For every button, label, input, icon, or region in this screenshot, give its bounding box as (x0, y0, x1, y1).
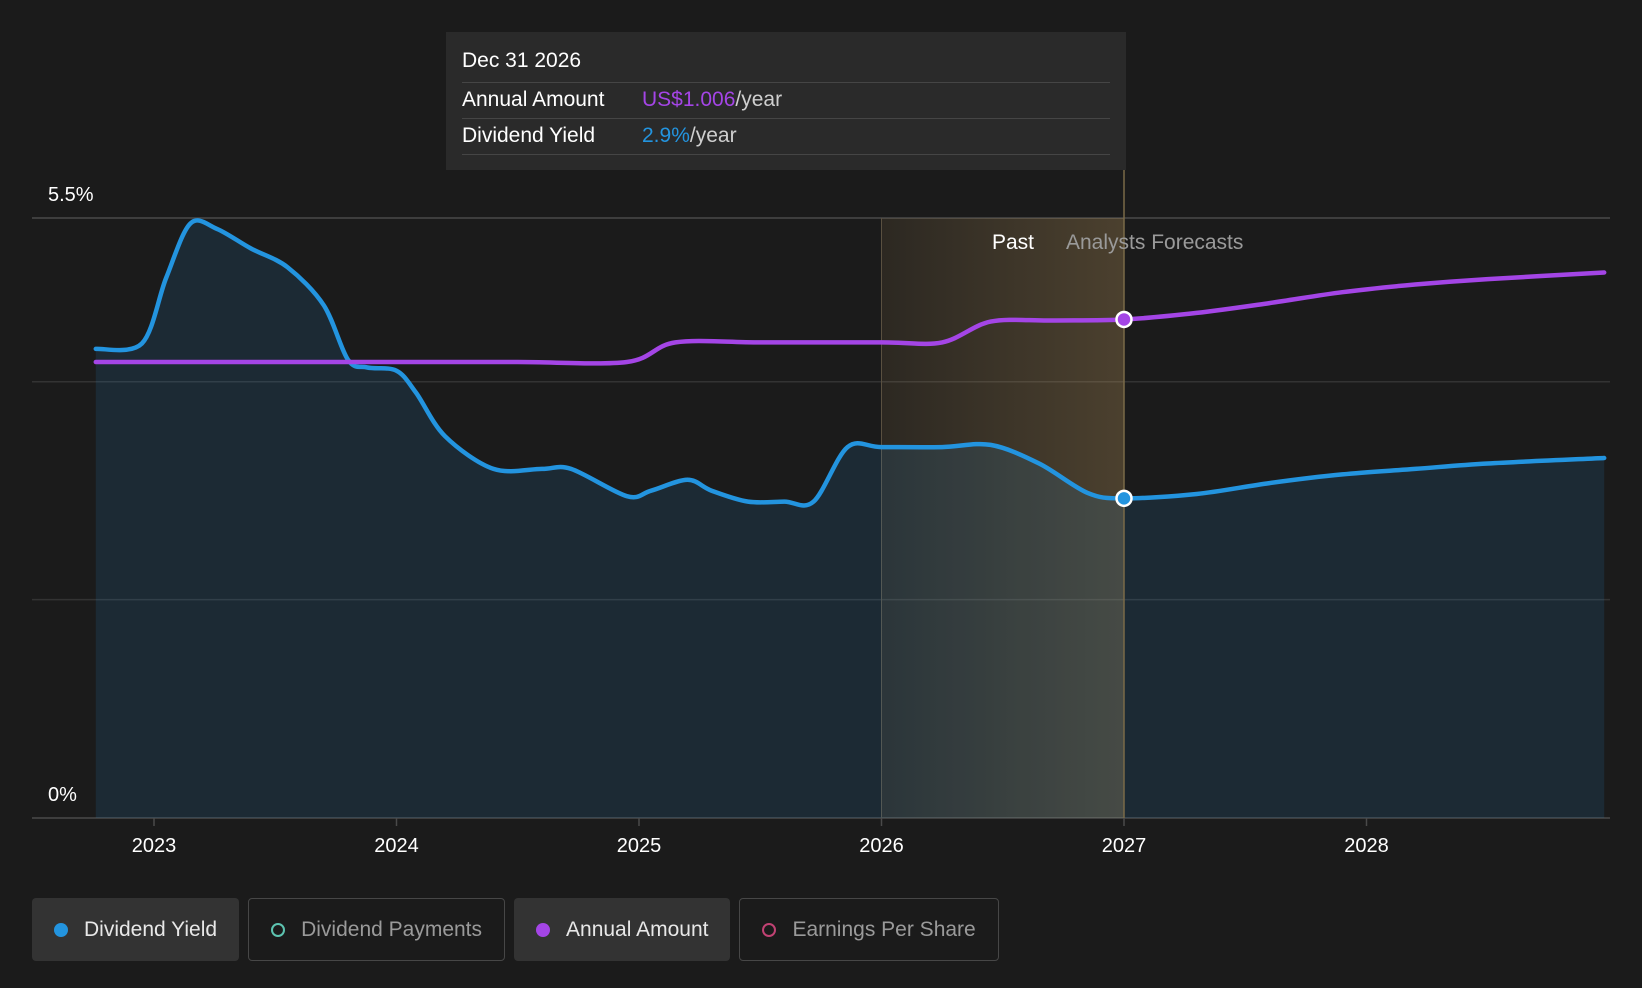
earnings-per-share-dot-icon (762, 922, 777, 937)
legend-label: Dividend Yield (84, 917, 218, 941)
tooltip-annual-amount-value: US$1.006 (642, 88, 736, 111)
series-areas (95, 220, 1605, 818)
annual-amount-marker (1115, 310, 1133, 329)
x-tick-label: 2027 (1102, 835, 1147, 857)
legend-label: Dividend Payments (301, 917, 483, 941)
dividend-yield-area (95, 220, 1605, 818)
annual-amount-dot-icon (536, 922, 551, 937)
tooltip: Dec 31 2026 Annual Amount US$1.006 /year… (446, 32, 1126, 170)
x-tick-label: 2026 (859, 835, 904, 857)
legend-earnings-per-share[interactable]: Earnings Per Share (739, 898, 999, 961)
tooltip-dividend-yield-unit: /year (689, 124, 737, 147)
tooltip-annual-amount-label: Annual Amount (462, 88, 605, 111)
dividend-yield-marker (1115, 489, 1133, 508)
x-tick-label: 2025 (617, 835, 662, 857)
tooltip-dividend-yield-value: 2.9% (642, 124, 690, 147)
tooltip-dividend-yield-label: Dividend Yield (462, 124, 596, 147)
y-tick-top: 5.5% (48, 184, 94, 206)
y-tick-bottom: 0% (48, 784, 77, 806)
legend: Dividend Yield Dividend Payments Annual … (32, 898, 999, 961)
tooltip-annual-amount-row: Annual Amount US$1.006 /year (462, 83, 1110, 119)
legend-dividend-yield[interactable]: Dividend Yield (32, 898, 240, 961)
tooltip-date: Dec 31 2026 (462, 46, 1110, 83)
dividend-payments-dot-icon (271, 922, 286, 937)
x-tick-label: 2028 (1344, 835, 1389, 857)
tooltip-dividend-yield-row: Dividend Yield 2.9% /year (462, 119, 1110, 155)
x-tick-label: 2023 (132, 835, 177, 857)
legend-label: Annual Amount (566, 917, 709, 941)
past-label: Past (992, 231, 1034, 254)
tooltip-annual-amount-unit: /year (735, 88, 783, 111)
x-axis: 2023 2024 2025 2026 2027 2028 (132, 818, 1389, 857)
x-tick-label: 2024 (374, 835, 419, 857)
legend-label: Earnings Per Share (792, 917, 976, 941)
legend-annual-amount[interactable]: Annual Amount (514, 898, 731, 961)
forecast-label: Analysts Forecasts (1066, 231, 1243, 254)
dividend-yield-dot-icon (54, 922, 68, 937)
legend-dividend-payments[interactable]: Dividend Payments (248, 898, 506, 961)
